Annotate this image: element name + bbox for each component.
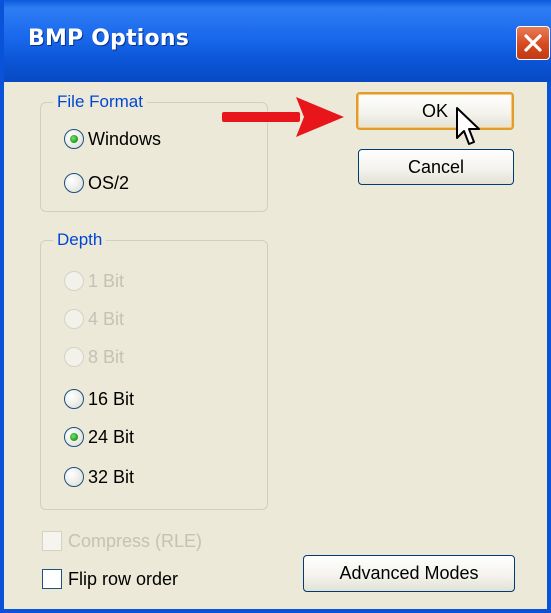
- radio-disabled-indicator: [64, 271, 84, 291]
- radio-os2-label: OS/2: [88, 172, 130, 193]
- mouse-pointer-icon: [456, 107, 480, 145]
- radio-1-bit: 1 Bit: [64, 268, 124, 294]
- compress-rle-checkbox: Compress (RLE): [42, 528, 202, 554]
- red-arrow-icon: [222, 97, 344, 137]
- radio-selected-indicator: [64, 129, 84, 149]
- radio-1-bit-label: 1 Bit: [88, 270, 125, 291]
- radio-os2[interactable]: OS/2: [64, 170, 129, 196]
- dialog-title: BMP Options: [28, 26, 190, 51]
- radio-unselected-indicator: [64, 173, 84, 193]
- ok-button[interactable]: OK: [356, 92, 514, 130]
- advanced-modes-button[interactable]: Advanced Modes: [303, 555, 515, 592]
- radio-24-bit[interactable]: 24 Bit: [64, 424, 134, 450]
- radio-disabled-indicator: [64, 309, 84, 329]
- radio-unselected-indicator: [64, 467, 84, 487]
- radio-selected-indicator: [64, 427, 84, 447]
- radio-24-bit-label: 24 Bit: [88, 426, 135, 447]
- compress-rle-label: Compress (RLE): [68, 530, 203, 551]
- radio-32-bit[interactable]: 32 Bit: [64, 464, 134, 490]
- radio-disabled-indicator: [64, 347, 84, 367]
- radio-16-bit-label: 16 Bit: [88, 388, 135, 409]
- close-icon: [524, 34, 542, 52]
- flip-row-order-checkbox[interactable]: Flip row order: [42, 566, 178, 592]
- bmp-options-dialog: BMP Options File Format Windows OS/2 Dep…: [0, 0, 551, 613]
- flip-row-order-label: Flip row order: [68, 568, 179, 589]
- radio-windows-label: Windows: [88, 128, 162, 149]
- depth-legend: Depth: [57, 230, 103, 249]
- radio-8-bit: 8 Bit: [64, 344, 124, 370]
- radio-unselected-indicator: [64, 389, 84, 409]
- radio-16-bit[interactable]: 16 Bit: [64, 386, 134, 412]
- close-button[interactable]: [516, 26, 550, 60]
- radio-windows[interactable]: Windows: [64, 126, 161, 152]
- cancel-button[interactable]: Cancel: [358, 149, 514, 185]
- radio-32-bit-label: 32 Bit: [88, 466, 135, 487]
- checkbox-box: [42, 569, 62, 589]
- file-format-legend: File Format: [57, 92, 143, 111]
- title-bar[interactable]: BMP Options: [4, 0, 551, 82]
- radio-8-bit-label: 8 Bit: [88, 346, 125, 367]
- radio-4-bit-label: 4 Bit: [88, 308, 125, 329]
- checkbox-box: [42, 531, 62, 551]
- radio-4-bit: 4 Bit: [64, 306, 124, 332]
